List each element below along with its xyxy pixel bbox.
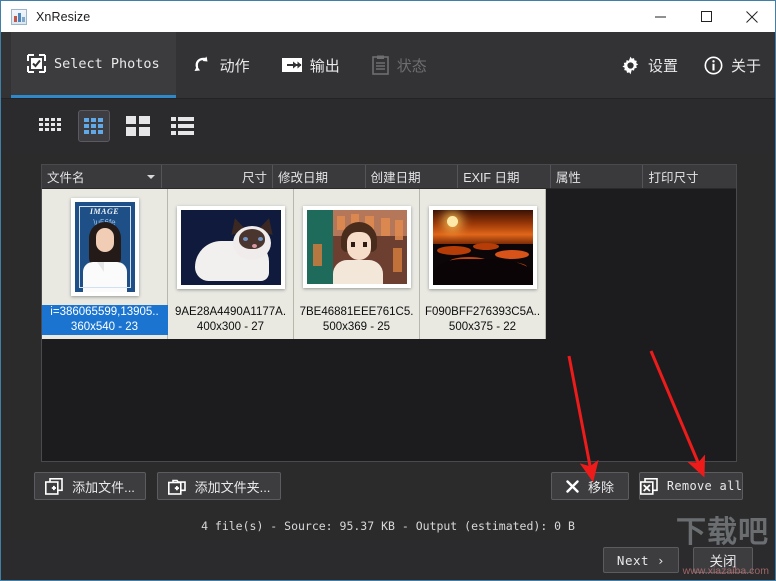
settings-button[interactable]: 设置: [621, 55, 678, 76]
view-mode-medium-thumbs[interactable]: [78, 110, 110, 142]
thumbnail-image: IMAGE \u56fe: [70, 198, 139, 296]
status-bar: 4 file(s) - Source: 95.37 KB - Output (e…: [1, 512, 775, 540]
next-button[interactable]: Next ›: [603, 547, 679, 573]
remove-all-label: Remove all: [666, 479, 743, 493]
thumbnail-image: [302, 206, 411, 288]
thumbnail-filename: F090BFF276393C5A..: [424, 306, 541, 318]
thumbnail-image: [176, 205, 285, 289]
thumbnail-artwork-cat: [180, 209, 281, 285]
remove-button[interactable]: 移除: [551, 472, 629, 500]
tab-action[interactable]: 动作: [176, 32, 266, 98]
thumbnail-item[interactable]: 9AE28A4490A1177A. 400x300 - 27: [168, 189, 294, 339]
x-icon: [566, 479, 579, 493]
settings-label: 设置: [647, 57, 678, 75]
grid-small-icon: [39, 117, 61, 135]
export-icon: [281, 57, 302, 73]
close-label: 关闭: [709, 554, 737, 569]
remove-all-button[interactable]: Remove all: [639, 472, 743, 500]
thumbnail-item[interactable]: IMAGE \u56fe i=386065599,13905.. 360x540…: [42, 189, 168, 339]
sort-descending-icon: [147, 175, 156, 179]
column-header-moddate[interactable]: 修改日期: [273, 165, 366, 188]
thumbnail-info: 500x375 - 22: [448, 321, 517, 333]
column-header-attributes[interactable]: 属性: [551, 165, 644, 188]
window-title: XnResize: [36, 9, 91, 24]
xnresize-window: XnResize Select Photos 动作 输出 状态 设置 关于 文件…: [0, 0, 776, 581]
column-header-exifdate[interactable]: EXIF 日期: [458, 165, 551, 188]
column-header-printsize[interactable]: 打印尺寸: [643, 165, 736, 188]
minimize-button[interactable]: [637, 1, 683, 32]
add-folder-label: 添加文件夹...: [194, 479, 271, 495]
checkbox-image-icon: [27, 54, 46, 73]
column-header-row: 文件名 尺寸 修改日期 创建日期 EXIF 日期 属性 打印尺寸: [42, 165, 736, 189]
add-files-button[interactable]: 添加文件...: [34, 472, 146, 500]
app-icon: [11, 8, 27, 25]
file-list-panel[interactable]: 文件名 尺寸 修改日期 创建日期 EXIF 日期 属性 打印尺寸 IMAGE i…: [41, 164, 737, 462]
tab-output[interactable]: 输出: [266, 32, 356, 98]
tab-strip: Select Photos 动作 输出 状态: [11, 32, 443, 98]
window-controls: [637, 1, 775, 32]
thumbnail-filename: 7BE46881EEE761C5.: [299, 306, 414, 318]
thumbnail-artwork-anime: [306, 210, 407, 284]
column-header-filename[interactable]: 文件名: [42, 165, 163, 188]
info-icon: [704, 56, 723, 75]
next-label: Next ›: [616, 552, 666, 568]
rotate-arrow-icon: [192, 55, 212, 75]
thumbnail-image-wrap: [168, 189, 294, 305]
thumbnail-info: 400x300 - 27: [196, 321, 265, 333]
status-text: 4 file(s) - Source: 95.37 KB - Output (e…: [201, 519, 575, 533]
thumbnail-item[interactable]: F090BFF276393C5A.. 500x375 - 22: [420, 189, 546, 339]
thumbnail-image-wrap: [294, 189, 420, 305]
thumbnail-info: 360x540 - 23: [42, 320, 168, 335]
thumbnail-filename: 9AE28A4490A1177A.: [174, 306, 287, 318]
gear-icon: [621, 56, 640, 75]
thumbnail-image: [428, 205, 537, 289]
grid-large-icon: [126, 116, 150, 136]
tab-select-photos-label: Select Photos: [54, 55, 160, 72]
add-file-icon: [45, 477, 63, 495]
thumbnail-item[interactable]: 7BE46881EEE761C5. 500x369 - 25: [294, 189, 420, 339]
thumbnail-artwork-portrait: IMAGE \u56fe: [74, 202, 135, 292]
thumbnail-artwork-sunset: [432, 209, 533, 285]
tab-select-photos[interactable]: Select Photos: [11, 32, 176, 98]
tab-action-label: 动作: [219, 57, 250, 75]
remove-label: 移除: [587, 479, 614, 495]
view-mode-details-list[interactable]: [166, 110, 198, 142]
add-folder-button[interactable]: 添加文件夹...: [157, 472, 281, 500]
grid-medium-icon: [84, 117, 104, 135]
list-icon: [170, 117, 194, 135]
view-mode-bar: [1, 99, 775, 153]
clipboard-icon: [371, 55, 389, 75]
title-bar: XnResize: [1, 1, 775, 32]
column-header-size[interactable]: 尺寸: [162, 165, 274, 188]
view-mode-large-thumbs[interactable]: [122, 110, 154, 142]
file-action-buttons: 添加文件... 添加文件夹... 移除 Remove all: [1, 469, 775, 505]
close-dialog-button[interactable]: 关闭: [693, 547, 753, 573]
tab-output-label: 输出: [309, 57, 340, 75]
thumbnail-image-wrap: IMAGE \u56fe: [42, 189, 168, 305]
view-mode-small-thumbs[interactable]: [34, 110, 66, 142]
toolbar-right: 设置 关于: [621, 32, 761, 98]
close-button[interactable]: [729, 1, 775, 32]
thumbnail-filename: i=386065599,13905..: [42, 305, 168, 320]
tab-status[interactable]: 状态: [356, 32, 443, 98]
x-box-icon: [639, 477, 658, 495]
add-folder-icon: [167, 478, 186, 495]
main-toolbar: Select Photos 动作 输出 状态 设置 关于: [1, 32, 775, 99]
thumbnail-info: 500x369 - 25: [322, 321, 391, 333]
column-header-createdate[interactable]: 创建日期: [366, 165, 459, 188]
tab-status-label: 状态: [396, 57, 427, 75]
about-label: 关于: [730, 57, 761, 75]
maximize-button[interactable]: [683, 1, 729, 32]
footer-bar: Next › 关闭: [1, 540, 775, 580]
add-files-label: 添加文件...: [72, 479, 135, 495]
thumbnail-strip: IMAGE \u56fe i=386065599,13905.. 360x540…: [42, 189, 736, 339]
about-button[interactable]: 关于: [704, 55, 761, 76]
thumbnail-image-wrap: [420, 189, 546, 305]
